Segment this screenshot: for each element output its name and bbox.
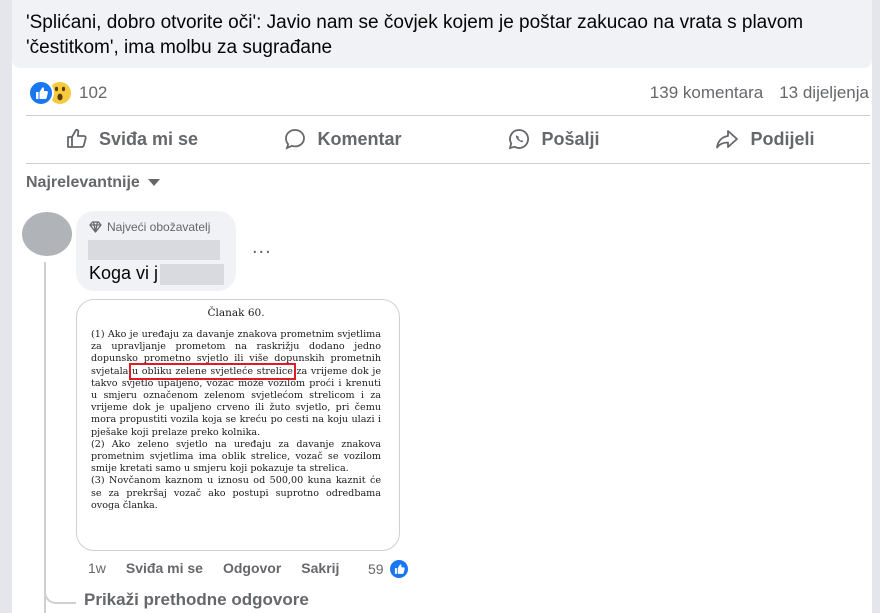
caret-down-icon [147,179,160,186]
article-title: Članak 60. [207,307,265,319]
avatar[interactable] [22,212,72,256]
comment-image[interactable]: Članak 60. (1) Ako je uređaju za davanje… [76,299,400,551]
comment-text: Koga vi j [89,263,159,283]
comment-reactions[interactable]: 59 [368,558,410,580]
diamond-icon [89,221,102,233]
comment-time[interactable]: 1w [88,560,106,576]
document-scan: Članak 60. (1) Ako je uređaju za davanje… [91,306,381,512]
like-button[interactable]: Sviđa mi se [26,116,237,162]
comment-label: Komentar [317,128,402,149]
send-button[interactable]: Pošalji [448,116,659,162]
thread-line [44,262,46,613]
paragraph-3: (3) Novčanom kaznom u iznosu od 500,00 k… [91,475,381,511]
like-icon [28,80,54,106]
post-card: 'Splićani, dobro otvorite oči': Javio na… [12,0,872,613]
share-icon [716,130,739,149]
comment-like-button[interactable]: Sviđa mi se [126,560,203,576]
show-previous-replies[interactable]: Prikaži prethodne odgovore [84,590,309,610]
badge-label: Najveći obožavatelj [107,220,211,234]
share-button[interactable]: Podijeli [659,116,870,162]
comment-hide-button[interactable]: Sakrij [301,560,339,576]
share-label: Podijeli [750,128,815,149]
commenter-name-redacted[interactable] [88,240,220,260]
more-options-button[interactable]: ... [252,236,272,259]
reactions-summary[interactable]: 102 [28,80,107,106]
comment-actions: 1w Sviđa mi se Odgovor Sakrij [88,560,339,576]
comment-text-redacted [160,264,224,285]
link-preview[interactable]: 'Splićani, dobro otvorite oči': Javio na… [12,0,872,68]
shares-count[interactable]: 13 dijeljenja [779,83,869,103]
comment-button[interactable]: Komentar [237,116,448,162]
sort-label: Najrelevantnije [26,174,140,191]
comment-like-count: 59 [368,561,384,577]
post-actions: Sviđa mi se Komentar Pošalji Podijeli [26,116,870,162]
comments-count[interactable]: 139 komentara [650,83,763,103]
post-stats: 139 komentara 13 dijeljenja [650,83,869,103]
paragraph-2: (2) Ako zeleno svjetlo na uređaju za dav… [91,438,381,475]
divider [26,163,870,164]
paragraph-1: (1) Ako je uređaju za davanje znakova pr… [91,329,382,438]
comment-reply-button[interactable]: Odgovor [223,560,281,576]
send-label: Pošalji [541,128,600,149]
comment-icon [285,129,306,150]
like-label: Sviđa mi se [98,128,199,149]
top-fan-badge[interactable]: Najveći obožavatelj [89,220,210,234]
thumbs-up-icon [67,128,87,148]
whatsapp-icon [509,129,530,150]
comment-bubble: Najveći obožavatelj Koga vi j [76,211,236,291]
sort-dropdown[interactable]: Najrelevantnije [26,174,160,192]
reply-connector [44,586,76,604]
link-title[interactable]: 'Splićani, dobro otvorite oči': Javio na… [26,10,866,60]
reaction-count[interactable]: 102 [79,83,107,103]
highlighted-text: u obliku zelene svjetleće strelice [128,362,296,380]
like-icon [387,558,410,580]
